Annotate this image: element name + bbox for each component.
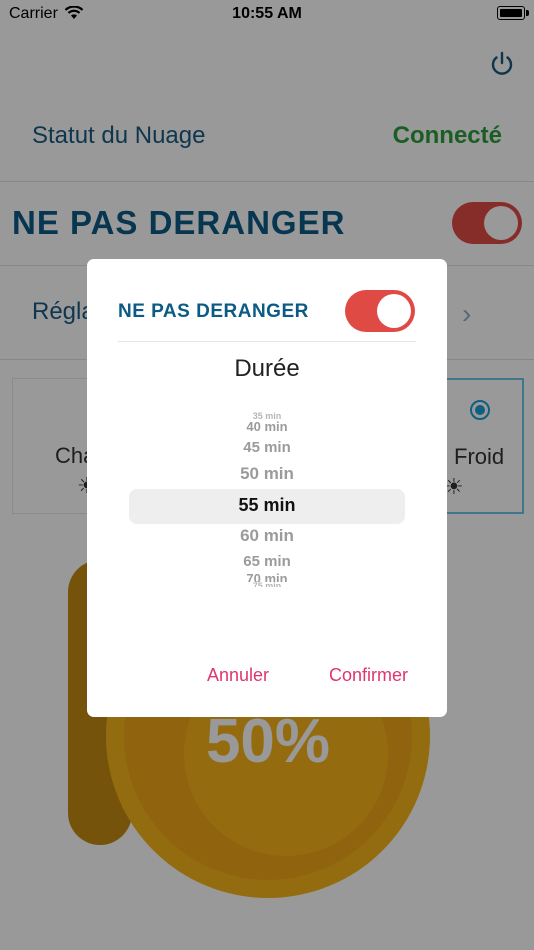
picker-option[interactable]: 65 min — [87, 553, 447, 570]
cancel-button[interactable]: Annuler — [207, 665, 269, 686]
picker-option[interactable]: 35 min — [87, 412, 447, 419]
picker-option[interactable]: 40 min — [87, 420, 447, 434]
confirm-button[interactable]: Confirmer — [329, 665, 408, 686]
dialog-dnd-toggle[interactable] — [345, 290, 415, 332]
picker-option-selected[interactable]: 55 min — [87, 495, 447, 516]
toggle-knob — [377, 294, 411, 328]
picker-option[interactable]: 75 min — [87, 582, 447, 587]
picker-option[interactable]: 70 min — [87, 572, 447, 582]
divider — [118, 341, 416, 342]
duration-heading: Durée — [234, 355, 300, 382]
dialog-title: NE PAS DERANGER — [118, 301, 309, 322]
picker-option[interactable]: 60 min — [87, 526, 447, 546]
picker-option[interactable]: 45 min — [87, 439, 447, 456]
picker-option[interactable]: 50 min — [87, 464, 447, 484]
dnd-duration-dialog: NE PAS DERANGER Durée 35 min 40 min 45 m… — [87, 259, 447, 717]
duration-picker[interactable]: 35 min 40 min 45 min 50 min 55 min 60 mi… — [87, 407, 447, 597]
